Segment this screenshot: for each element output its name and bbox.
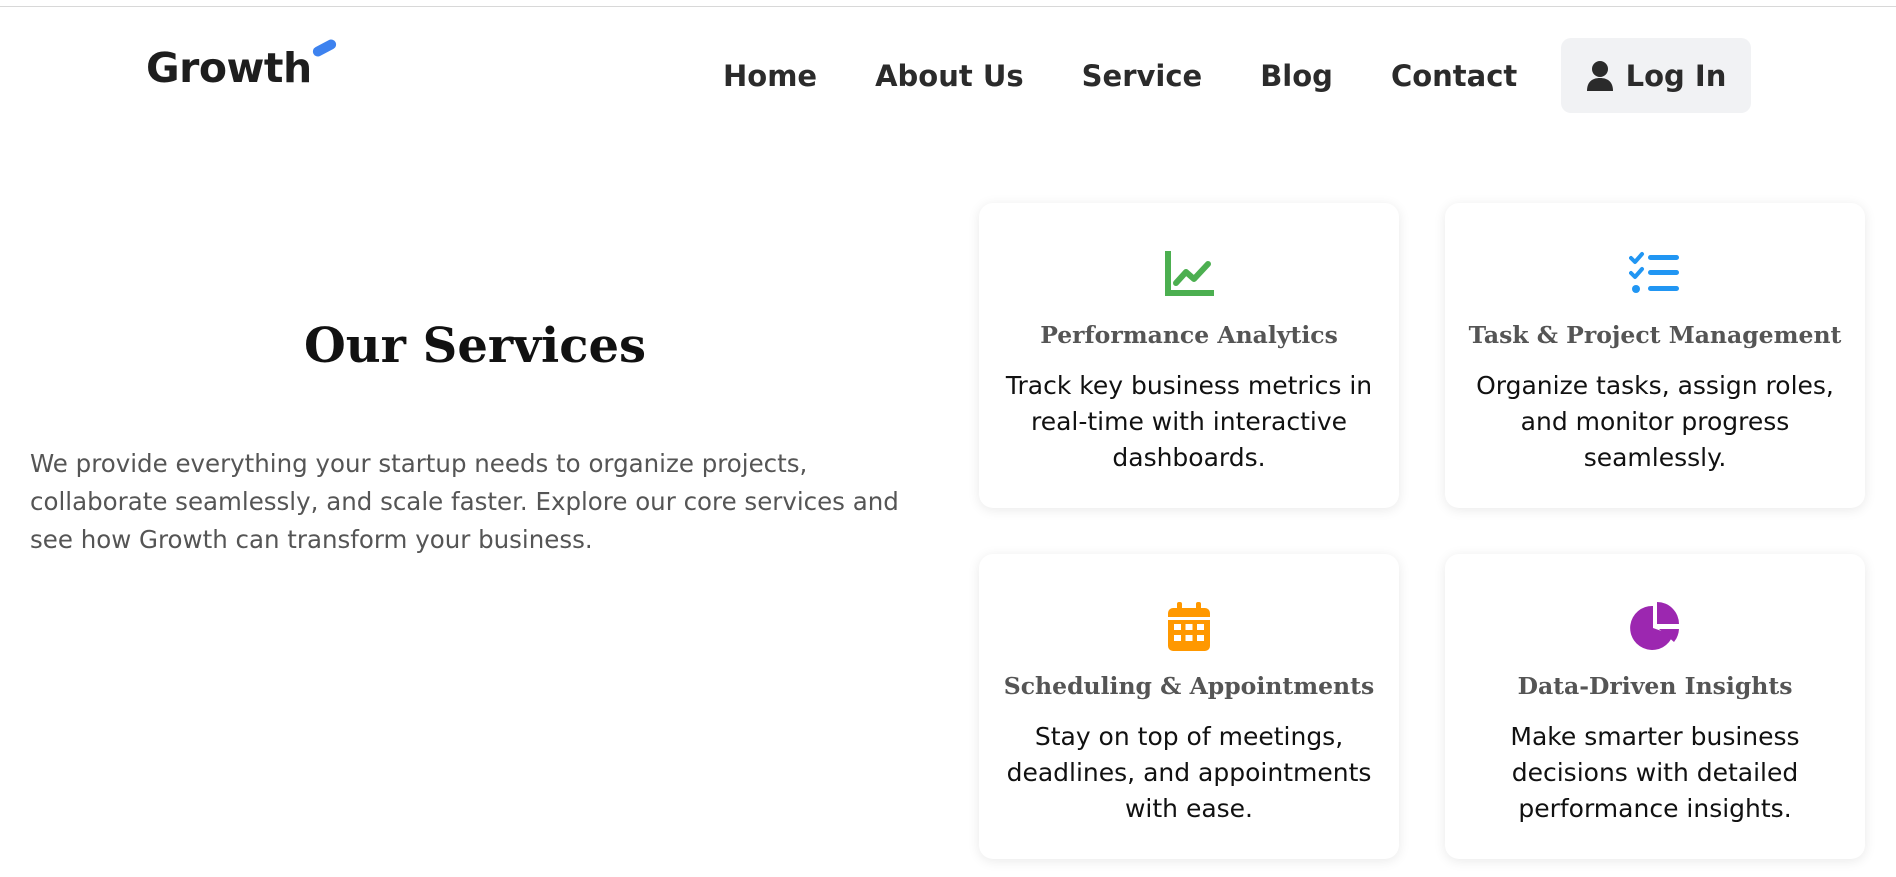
- section-description: We provide everything your startup needs…: [30, 449, 899, 554]
- service-description: Make smarter business decisions with det…: [1510, 722, 1800, 823]
- service-card-performance-analytics[interactable]: Performance Analytics Track key business…: [979, 203, 1399, 508]
- service-card-scheduling-appointments[interactable]: Scheduling & Appointments Stay on top of…: [979, 554, 1399, 859]
- chart-line-icon: [1165, 251, 1214, 296]
- nav-blog[interactable]: Blog: [1260, 59, 1333, 93]
- tasks-list-icon: [1629, 252, 1679, 293]
- main-nav: Home About Us Service Blog Contact: [723, 38, 1575, 113]
- logo[interactable]: Growth: [146, 44, 312, 92]
- service-title: Performance Analytics: [1040, 321, 1338, 349]
- service-description: Stay on top of meetings, deadlines, and …: [1006, 722, 1372, 823]
- service-card-task-project-management[interactable]: Task & Project Management Organize tasks…: [1445, 203, 1865, 508]
- pie-chart-icon: [1630, 602, 1679, 650]
- calendar-icon: [1168, 602, 1210, 651]
- nav-home[interactable]: Home: [723, 59, 817, 93]
- service-title: Data-Driven Insights: [1517, 672, 1793, 700]
- nav-about-us[interactable]: About Us: [875, 59, 1024, 93]
- user-icon: [1586, 60, 1613, 91]
- service-description: Track key business metrics in real-time …: [1005, 371, 1373, 472]
- top-divider: [0, 6, 1896, 7]
- login-button[interactable]: Log In: [1561, 38, 1751, 113]
- service-title: Task & Project Management: [1468, 321, 1842, 349]
- nav-contact[interactable]: Contact: [1391, 59, 1517, 93]
- logo-accent-mark: [311, 37, 338, 59]
- service-card-data-driven-insights[interactable]: Data-Driven Insights Make smarter busine…: [1445, 554, 1865, 859]
- service-title: Scheduling & Appointments: [1003, 672, 1375, 700]
- service-description: Organize tasks, assign roles, and monito…: [1476, 371, 1834, 472]
- login-label: Log In: [1625, 58, 1727, 93]
- nav-service[interactable]: Service: [1082, 59, 1203, 93]
- page-title: Our Services: [303, 318, 647, 374]
